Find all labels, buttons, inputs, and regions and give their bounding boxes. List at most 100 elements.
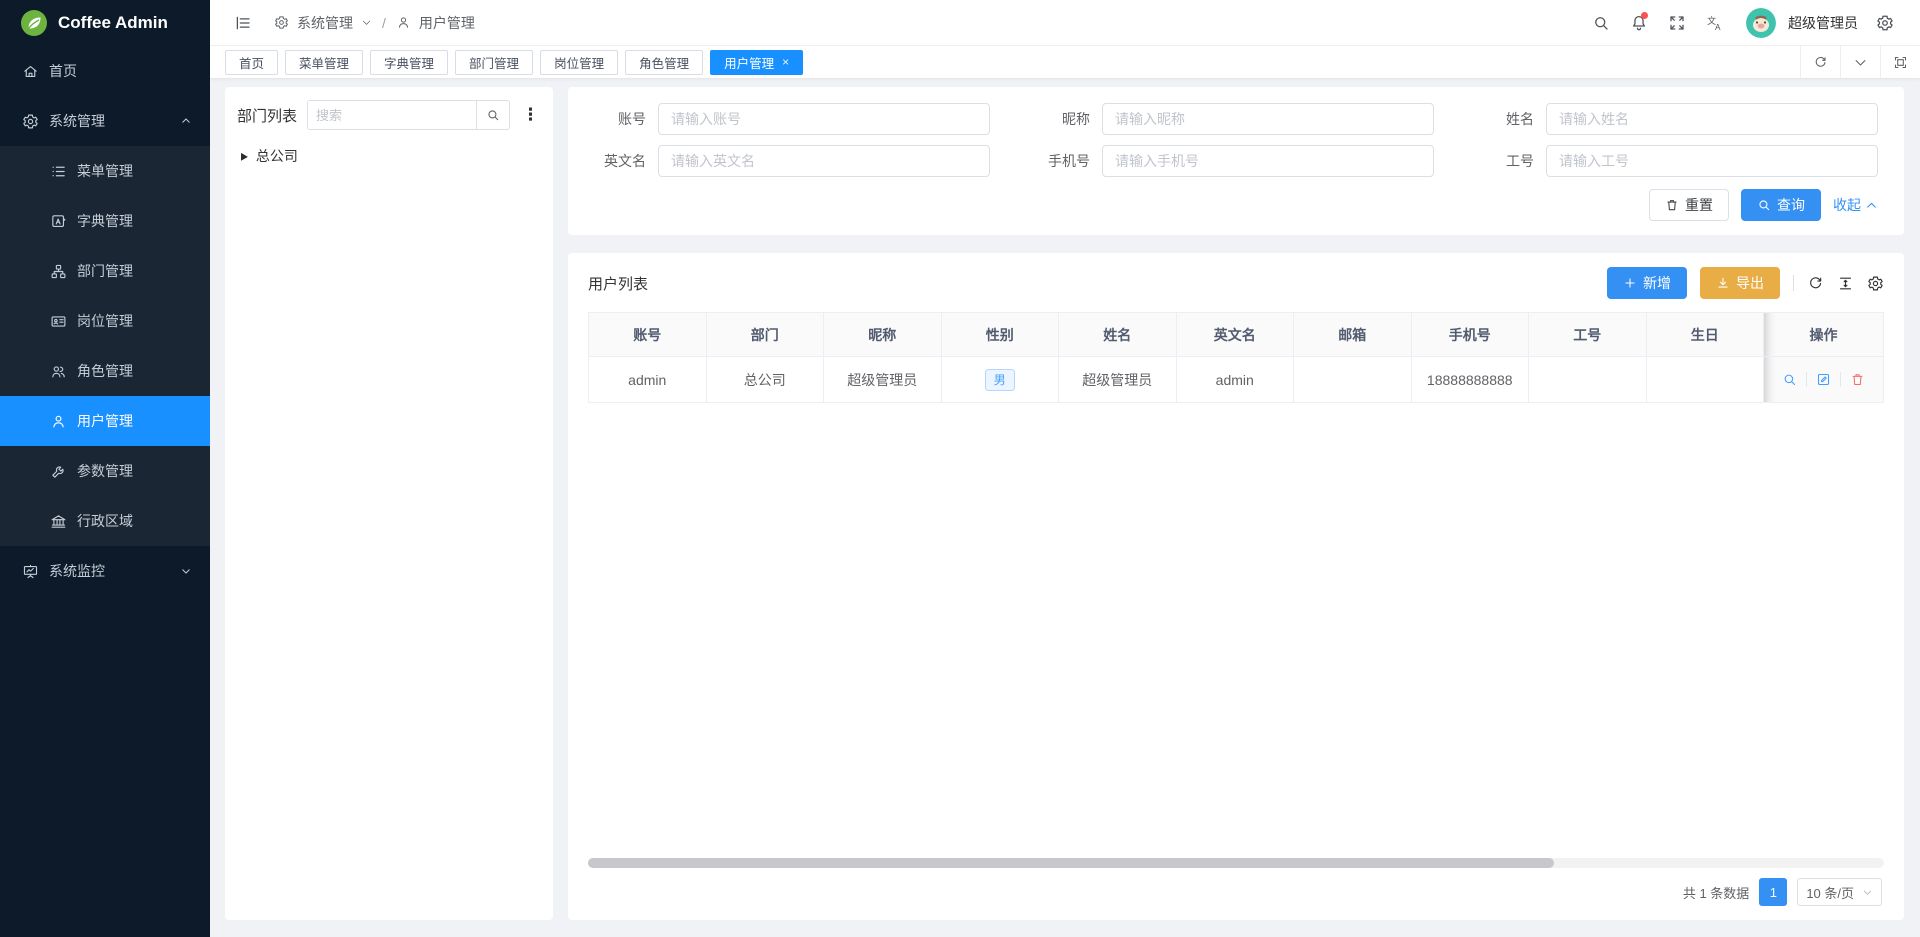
col-name: 姓名	[1059, 313, 1177, 357]
user-mgmt-main: 账号 昵称 姓名 英文名	[568, 87, 1904, 920]
fullscreen-button[interactable]	[1660, 0, 1694, 46]
reset-button[interactable]: 重置	[1649, 189, 1729, 221]
name-input[interactable]	[1546, 103, 1878, 135]
list-icon	[50, 163, 67, 180]
chevron-up-icon	[1865, 199, 1878, 212]
cell-name: 超级管理员	[1059, 357, 1177, 403]
open-tabs: 首页 菜单管理 字典管理 部门管理 岗位管理 角色管理 用户管理 ×	[225, 50, 1800, 75]
department-search	[307, 100, 510, 130]
col-gender: 性别	[941, 313, 1059, 357]
collapse-toggle[interactable]: 收起	[1833, 195, 1878, 215]
tab-close-icon[interactable]: ×	[782, 56, 789, 68]
sidebar-item-post-mgmt[interactable]: 岗位管理	[0, 296, 210, 346]
table-toolbar: 用户列表 新增 导出	[588, 267, 1884, 299]
user-icon	[50, 413, 67, 430]
breadcrumb-page: 用户管理	[419, 13, 475, 33]
tab-user-mgmt[interactable]: 用户管理 ×	[710, 50, 803, 75]
department-more-button[interactable]: ⋮	[520, 105, 541, 125]
maximize-button[interactable]	[1880, 46, 1920, 78]
col-account: 账号	[589, 313, 707, 357]
translate-button[interactable]: 文A	[1698, 0, 1732, 46]
edit-button[interactable]	[1807, 372, 1841, 387]
id-card-icon	[50, 313, 67, 330]
filter-fields: 账号 昵称 姓名 英文名	[594, 103, 1878, 177]
tabs-refresh-button[interactable]	[1800, 46, 1840, 78]
settings-button[interactable]	[1868, 0, 1902, 46]
brand-name: Coffee Admin	[58, 13, 168, 33]
sidebar-item-label: 角色管理	[77, 361, 133, 381]
nickname-input[interactable]	[1102, 103, 1434, 135]
col-email: 邮箱	[1294, 313, 1412, 357]
sidebar-item-region-mgmt[interactable]: 行政区域	[0, 496, 210, 546]
trash-icon	[1665, 198, 1679, 212]
sidebar-item-param-mgmt[interactable]: 参数管理	[0, 446, 210, 496]
row-height-button[interactable]	[1837, 275, 1854, 292]
chevron-down-icon	[1853, 55, 1868, 70]
en-name-input[interactable]	[658, 145, 990, 177]
phone-input[interactable]	[1102, 145, 1434, 177]
tree-expand-icon[interactable]: ▶	[241, 150, 248, 163]
notifications-button[interactable]	[1622, 0, 1656, 46]
sidebar-item-dept-mgmt[interactable]: 部门管理	[0, 246, 210, 296]
search-icon	[1757, 198, 1771, 212]
add-button[interactable]: 新增	[1607, 267, 1687, 299]
query-button[interactable]: 查询	[1741, 189, 1821, 221]
tab-post-mgmt[interactable]: 岗位管理	[540, 50, 618, 75]
export-button[interactable]: 导出	[1700, 267, 1780, 299]
search-button[interactable]	[1584, 0, 1618, 46]
tab-dept-mgmt[interactable]: 部门管理	[455, 50, 533, 75]
tree-node-head-office[interactable]: ▶ 总公司	[237, 146, 541, 166]
sidebar-item-label: 菜单管理	[77, 161, 133, 181]
table-title: 用户列表	[588, 273, 648, 294]
delete-button[interactable]	[1841, 372, 1874, 387]
pagination-total: 共 1 条数据	[1683, 883, 1749, 902]
menu-fold-button[interactable]	[226, 0, 260, 46]
system-mgmt-submenu: 菜单管理 字典管理 部门管理 岗位管理 角色管理	[0, 146, 210, 546]
translate-icon: 文A	[1706, 14, 1724, 32]
col-phone: 手机号	[1411, 313, 1529, 357]
sidebar-item-home[interactable]: 首页	[0, 46, 210, 96]
sidebar-item-menu-mgmt[interactable]: 菜单管理	[0, 146, 210, 196]
cell-phone: 18888888888	[1411, 357, 1529, 403]
sidebar-item-system-mgmt[interactable]: 系统管理	[0, 96, 210, 146]
col-birthday: 生日	[1646, 313, 1764, 357]
tabs-menu-button[interactable]	[1840, 46, 1880, 78]
home-icon	[22, 63, 39, 80]
svg-text:A: A	[1715, 23, 1721, 32]
current-user-name[interactable]: 超级管理员	[1788, 13, 1858, 33]
table-refresh-button[interactable]	[1807, 275, 1824, 292]
tab-role-mgmt[interactable]: 角色管理	[625, 50, 703, 75]
job-no-input[interactable]	[1546, 145, 1878, 177]
page-size-select[interactable]: 10 条/页	[1797, 878, 1882, 906]
tab-menu-mgmt[interactable]: 菜单管理	[285, 50, 363, 75]
sidebar-item-user-mgmt[interactable]: 用户管理	[0, 396, 210, 446]
edit-icon	[1816, 372, 1831, 387]
sidebar-item-label: 部门管理	[77, 261, 133, 281]
table-empty-space	[588, 403, 1884, 858]
breadcrumb-section[interactable]: 系统管理	[297, 13, 353, 33]
dictionary-icon	[50, 213, 67, 230]
col-dept: 部门	[706, 313, 824, 357]
sidebar-item-dict-mgmt[interactable]: 字典管理	[0, 196, 210, 246]
brand-logo-icon	[20, 9, 48, 37]
tab-bar: 首页 菜单管理 字典管理 部门管理 岗位管理 角色管理 用户管理 ×	[210, 46, 1920, 79]
sidebar-item-monitor[interactable]: 系统监控	[0, 546, 210, 596]
account-input[interactable]	[658, 103, 990, 135]
cell-birthday	[1646, 357, 1764, 403]
scrollbar-thumb[interactable]	[588, 858, 1554, 868]
department-search-input[interactable]	[308, 101, 476, 129]
sidebar-item-label: 系统监控	[49, 561, 105, 581]
filter-field-phone: 手机号	[1038, 145, 1434, 177]
department-search-button[interactable]	[476, 101, 509, 129]
column-settings-button[interactable]	[1867, 275, 1884, 292]
cell-email	[1294, 357, 1412, 403]
page-number-button[interactable]: 1	[1759, 878, 1787, 906]
table-row[interactable]: admin 总公司 超级管理员 男 超级管理员 admin 1888888888…	[589, 357, 1884, 403]
avatar[interactable]	[1746, 8, 1776, 38]
view-button[interactable]	[1773, 372, 1807, 387]
tab-dict-mgmt[interactable]: 字典管理	[370, 50, 448, 75]
filter-field-job-no: 工号	[1482, 145, 1878, 177]
notification-badge	[1641, 12, 1648, 19]
tab-home[interactable]: 首页	[225, 50, 278, 75]
sidebar-item-role-mgmt[interactable]: 角色管理	[0, 346, 210, 396]
